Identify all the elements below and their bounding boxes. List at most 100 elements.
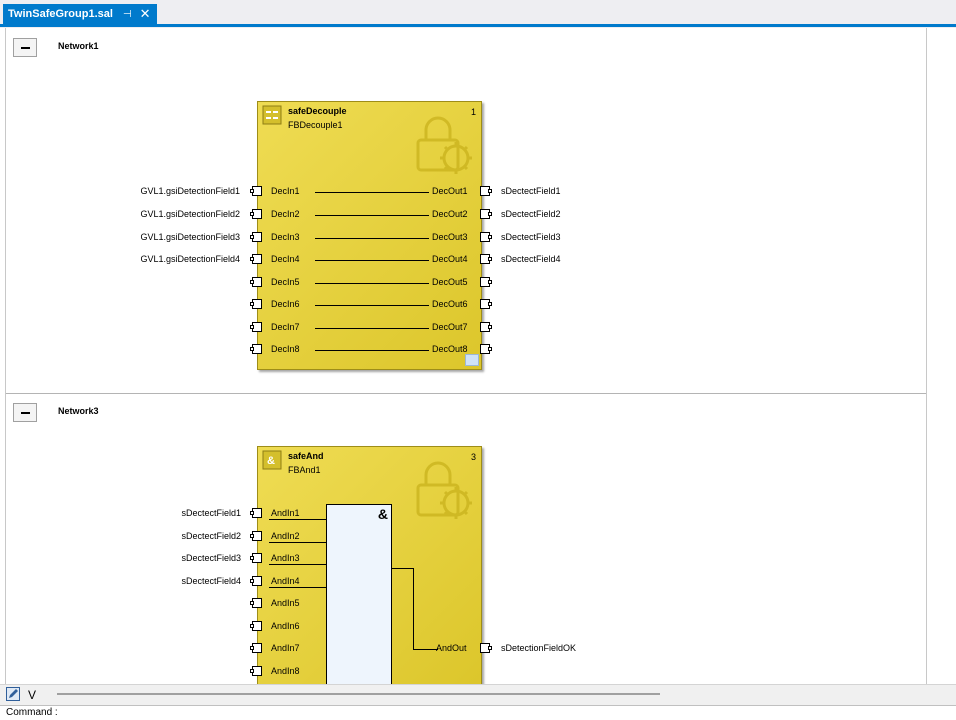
output-pin-connector[interactable] — [480, 254, 492, 264]
input-variable-1[interactable]: GVL1.gsiDetectionField1 — [60, 186, 240, 197]
input-pin-label: AndIn8 — [271, 666, 300, 676]
input-pin-connector[interactable] — [250, 553, 262, 563]
input-pin-label: AndIn7 — [271, 643, 300, 653]
document-tab-title[interactable]: TwinSafeGroup1.sal — [8, 8, 113, 20]
output-pin-label: DecOut4 — [432, 254, 468, 264]
input-pin-label: AndIn1 — [271, 508, 300, 518]
input-pin-connector[interactable] — [250, 299, 262, 309]
output-pin-connector[interactable] — [480, 186, 492, 196]
input-pin-label: DecIn8 — [271, 344, 300, 354]
input-variable-3[interactable]: sDectectField3 — [61, 553, 241, 564]
output-pin-connector[interactable] — [480, 299, 492, 309]
output-pin-connector[interactable] — [480, 322, 492, 332]
output-variable-4[interactable]: sDectectField4 — [501, 254, 561, 265]
output-pin-connector[interactable] — [480, 277, 492, 287]
block-execution-number: 3 — [470, 452, 476, 462]
output-pin-label: DecOut1 — [432, 186, 468, 196]
zoom-slider-track[interactable] — [57, 693, 660, 695]
output-variable[interactable]: sDetectionFieldOK — [501, 643, 576, 654]
output-variable-1[interactable]: sDectectField1 — [501, 186, 561, 197]
network-3-collapse-button[interactable] — [13, 403, 37, 422]
block-type-name: safeDecouple — [288, 106, 347, 116]
output-pin-label: DecOut6 — [432, 299, 468, 309]
input-variable-4[interactable]: GVL1.gsiDetectionField4 — [60, 254, 240, 265]
close-icon[interactable]: ✕ — [140, 6, 151, 22]
input-pin-connector[interactable] — [250, 277, 262, 287]
svg-text:&: & — [267, 455, 275, 467]
internal-connection-line — [315, 283, 429, 284]
input-pin-label: DecIn1 — [271, 186, 300, 196]
and-output-connection-line — [413, 568, 414, 650]
v-toggle[interactable]: V — [28, 688, 36, 702]
input-pin-connector[interactable] — [250, 643, 262, 653]
output-variable-3[interactable]: sDectectField3 — [501, 232, 561, 243]
input-pin-connector[interactable] — [250, 209, 262, 219]
input-pin-label: AndIn3 — [271, 553, 300, 563]
and-block-icon: & — [262, 450, 282, 470]
network-1: Network1 GVL1.gsiDetectionField1 GVL1.gs… — [6, 28, 926, 393]
output-pin-label: DecOut3 — [432, 232, 468, 242]
and-input-connection-line — [269, 587, 326, 588]
output-pin-label: DecOut2 — [432, 209, 468, 219]
block-type-name: safeAnd — [288, 451, 324, 461]
input-pin-connector[interactable] — [250, 508, 262, 518]
input-pin-connector[interactable] — [250, 322, 262, 332]
network-1-title: Network1 — [58, 41, 99, 51]
editor-bottom-toolbar: V — [0, 684, 956, 706]
edit-pencil-icon[interactable] — [6, 687, 20, 701]
input-variable-2[interactable]: sDectectField2 — [61, 531, 241, 542]
input-pin-label: AndIn4 — [271, 576, 300, 586]
output-pin-connector[interactable] — [480, 232, 492, 242]
twinsafe-watermark-icon — [416, 461, 472, 519]
block-resize-grip[interactable] — [465, 354, 479, 366]
input-pin-connector[interactable] — [250, 598, 262, 608]
internal-connection-line — [315, 192, 429, 193]
block-instance-name: FBDecouple1 — [288, 120, 343, 130]
and-input-connection-line — [269, 542, 326, 543]
output-variable-2[interactable]: sDectectField2 — [501, 209, 561, 220]
decouple-block-icon — [262, 105, 282, 125]
input-variable-4[interactable]: sDectectField4 — [61, 576, 241, 587]
input-pin-label: AndIn5 — [271, 598, 300, 608]
input-pin-connector[interactable] — [250, 576, 262, 586]
block-instance-name: FBAnd1 — [288, 465, 321, 475]
input-pin-connector[interactable] — [250, 186, 262, 196]
document-tab[interactable]: TwinSafeGroup1.sal ⊣ ✕ — [3, 4, 157, 24]
input-pin-connector[interactable] — [250, 232, 262, 242]
and-input-connection-line — [269, 564, 326, 565]
and-input-connection-line — [269, 519, 326, 520]
input-variable-3[interactable]: GVL1.gsiDetectionField3 — [60, 232, 240, 243]
twinsafe-watermark-icon — [416, 116, 472, 174]
internal-connection-line — [315, 305, 429, 306]
input-pin-label: DecIn7 — [271, 322, 300, 332]
network-3-title: Network3 — [58, 406, 99, 416]
output-pin-label: DecOut5 — [432, 277, 468, 287]
internal-connection-line — [315, 215, 429, 216]
and-output-connection-line — [413, 649, 438, 650]
output-pin-connector[interactable] — [480, 209, 492, 219]
internal-connection-line — [315, 260, 429, 261]
network-3: Network3 sDectectField1 sDectectField2 s… — [6, 394, 926, 684]
internal-connection-line — [315, 238, 429, 239]
and-symbol: & — [377, 506, 388, 522]
internal-connection-line — [315, 350, 429, 351]
command-bar[interactable]: Command : — [0, 705, 956, 720]
network-1-collapse-button[interactable] — [13, 38, 37, 57]
output-pin-connector[interactable] — [480, 344, 492, 354]
pin-icon[interactable]: ⊣ — [123, 9, 132, 20]
input-pin-label: AndIn2 — [271, 531, 300, 541]
input-variable-2[interactable]: GVL1.gsiDetectionField2 — [60, 209, 240, 220]
and-output-connection-line — [392, 568, 414, 569]
input-pin-label: DecIn5 — [271, 277, 300, 287]
input-pin-connector[interactable] — [250, 666, 262, 676]
output-pin-connector[interactable] — [480, 643, 492, 653]
input-pin-connector[interactable] — [250, 531, 262, 541]
input-pin-label: AndIn6 — [271, 621, 300, 631]
tab-accent-line — [0, 24, 956, 27]
safety-editor-canvas[interactable]: Network1 GVL1.gsiDetectionField1 GVL1.gs… — [5, 28, 927, 684]
input-pin-connector[interactable] — [250, 621, 262, 631]
and-logic-box: & — [326, 504, 392, 684]
input-pin-connector[interactable] — [250, 344, 262, 354]
input-pin-connector[interactable] — [250, 254, 262, 264]
input-variable-1[interactable]: sDectectField1 — [61, 508, 241, 519]
